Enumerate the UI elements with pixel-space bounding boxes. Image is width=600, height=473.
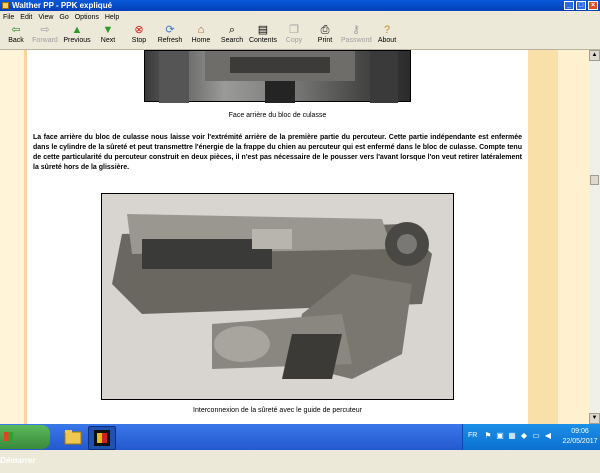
menu-bar: File Edit View Go Options Help [0,11,600,22]
copy-button[interactable]: ❐ Copy [279,24,309,48]
app-taskbar-button[interactable] [88,426,116,450]
window-title: Walther PP - PPK expliqué [12,1,113,10]
title-bar: Walther PP - PPK expliqué _ □ × [0,0,600,11]
flag-icon[interactable]: ⚑ [484,432,492,440]
start-button[interactable]: Démarrer [0,425,50,465]
back-arrow-icon: ⇦ [11,24,21,36]
refresh-icon: ⟳ [165,24,175,36]
scroll-thumb[interactable] [590,175,599,185]
next-button[interactable]: ▼ Next [93,24,123,48]
forward-arrow-icon: ⇨ [40,24,50,36]
print-button[interactable]: ⎙ Print [310,24,340,48]
folder-icon [64,430,82,445]
windows-logo-icon [4,432,13,442]
copy-icon: ❐ [289,24,299,36]
volume-icon[interactable]: ◀ [544,432,552,440]
page-margin-left [0,50,24,424]
about-button[interactable]: ? About [372,24,402,48]
stop-button[interactable]: ⊗ Stop [124,24,154,48]
caption-safety-interconnection: Interconnexion de la sûreté avec le guid… [193,407,362,414]
page-margin-right [528,50,558,424]
page-margin-right-outer [558,50,589,424]
caption-breech-block: Face arrière du bloc de culasse [228,112,327,119]
previous-button[interactable]: ▲ Previous [62,24,92,48]
refresh-button[interactable]: ⟳ Refresh [155,24,185,48]
description-paragraph: La face arrière du bloc de culasse nous … [33,134,522,171]
breech-block-rear-image [159,51,398,103]
system-tray: FR ⚑ ▣ ▦ ◆ ▭ ◀ 09:06 22/05/2017 [462,424,600,450]
page-content: Face arrière du bloc de culasse La face … [27,50,528,424]
app-logo-icon [94,430,110,446]
clock[interactable]: 09:06 22/05/2017 [560,427,600,447]
safety-firing-pin-photo [101,193,454,400]
clock-time: 09:06 [571,428,589,435]
search-button[interactable]: ⌕ Search [217,24,247,48]
home-icon: ⌂ [197,24,205,36]
office-icon[interactable]: ▦ [508,432,516,440]
breech-block-rear-photo [144,50,411,103]
scroll-down-arrow-icon[interactable]: ▼ [589,413,600,424]
safety-firing-pin-image [102,194,453,399]
taskbar: Démarrer FR ⚑ ▣ ▦ ◆ ▭ ◀ 09:06 22/05/2017 [0,424,600,465]
question-icon: ? [383,24,391,36]
forward-button[interactable]: ⇨ Forward [30,24,60,48]
stop-icon: ⊗ [134,24,144,36]
printer-icon: ⎙ [320,24,330,36]
key-icon: ⚷ [351,24,361,36]
page-viewport[interactable]: Face arrière du bloc de culasse La face … [0,50,589,424]
toolbar: ⇦ Back ⇨ Forward ▲ Previous ▼ Next ⊗ Stop ⟳ Re… [0,22,600,50]
scroll-up-arrow-icon[interactable]: ▲ [589,50,600,61]
search-icon: ⌕ [228,24,236,36]
alert-icon[interactable]: ◆ [520,432,528,440]
vertical-scrollbar[interactable]: ▲ ▼ [589,50,600,424]
network-icon[interactable]: ▣ [496,432,504,440]
home-button[interactable]: ⌂ Home [186,24,216,48]
back-button[interactable]: ⇦ Back [1,24,31,48]
down-arrow-icon: ▼ [102,24,114,36]
up-arrow-icon: ▲ [71,24,83,36]
password-button[interactable]: ⚷ Password [341,24,372,48]
close-button[interactable]: × [588,1,598,10]
battery-icon[interactable]: ▭ [532,432,540,440]
contents-button[interactable]: ▤ Contents [248,24,278,48]
maximize-button[interactable]: □ [576,1,586,10]
contents-icon: ▤ [257,24,269,36]
app-icon [2,2,9,9]
clock-date: 22/05/2017 [562,438,598,445]
language-indicator[interactable]: FR [468,432,477,439]
explorer-taskbar-button[interactable] [60,426,86,448]
minimize-button[interactable]: _ [564,1,574,10]
